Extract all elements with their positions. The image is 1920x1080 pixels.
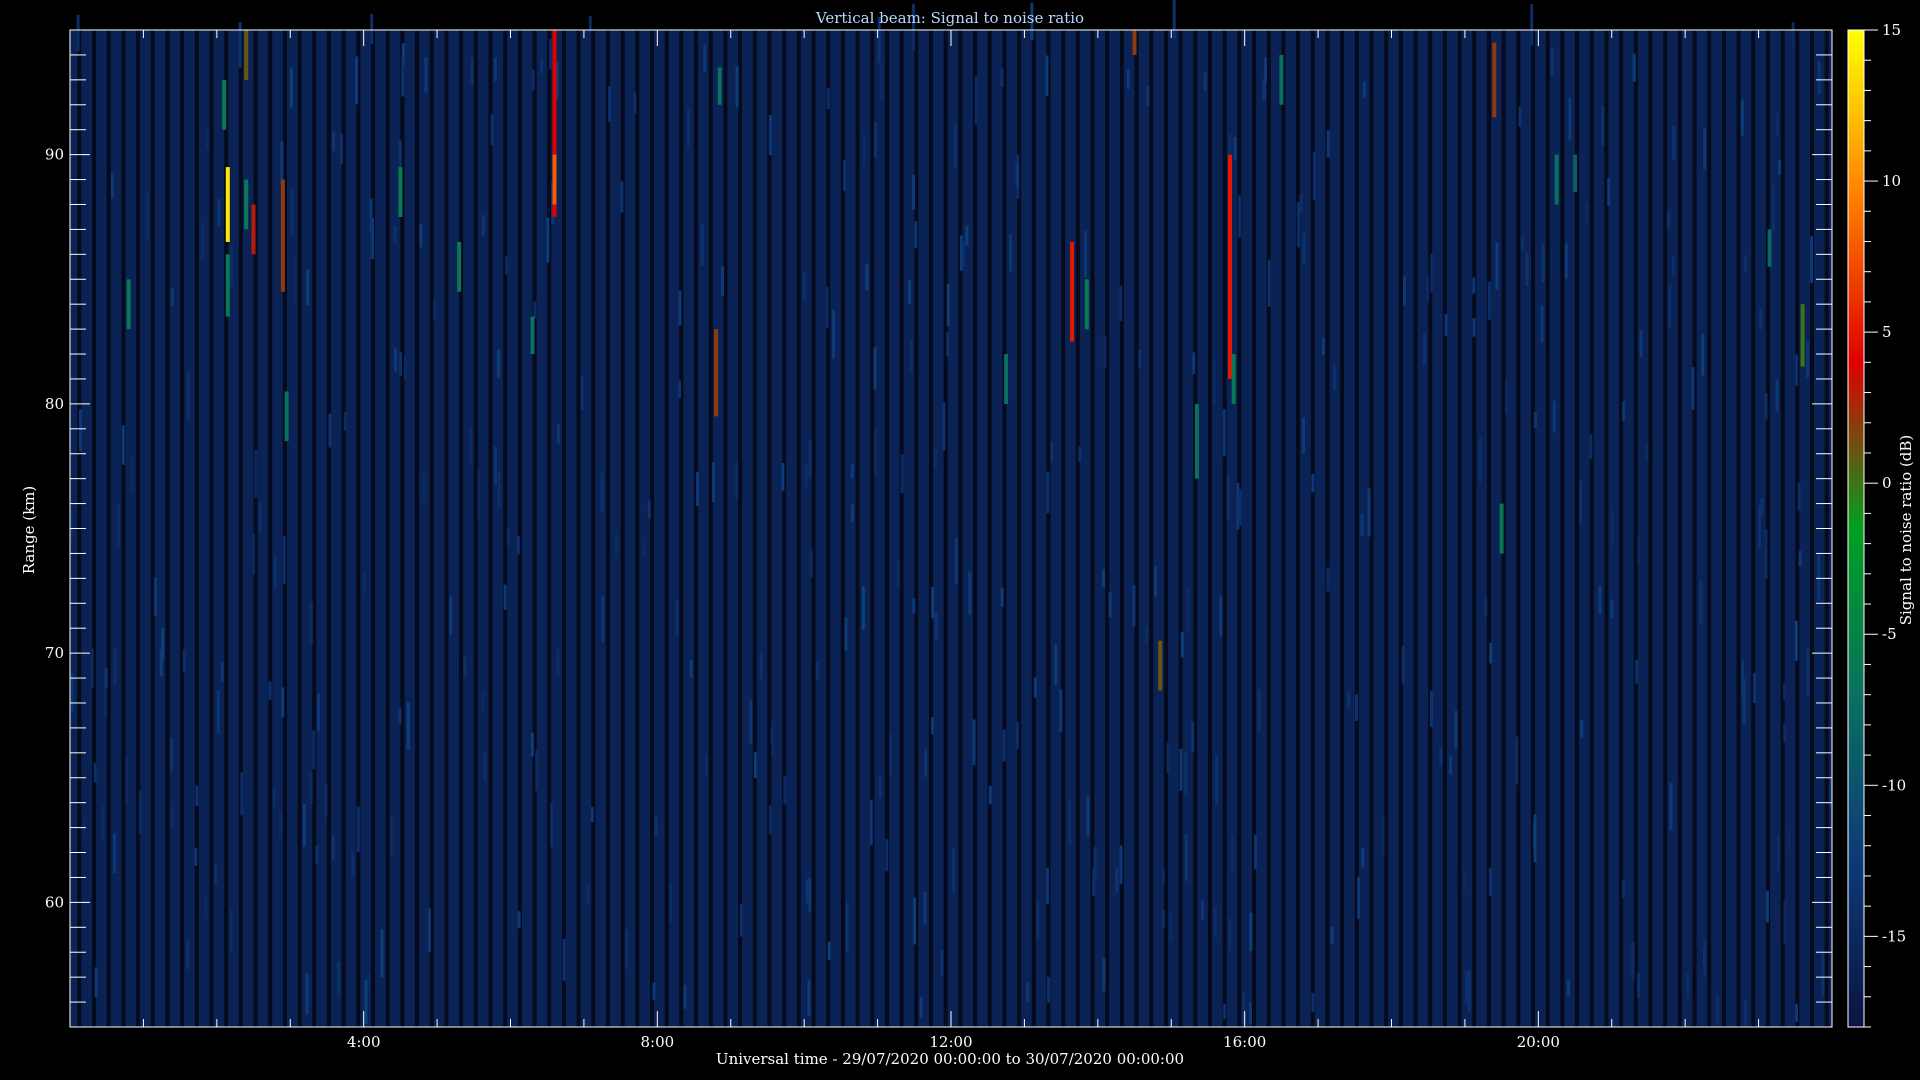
echo-mark — [1158, 640, 1163, 691]
colorbar-tick-label: 10 — [1882, 172, 1901, 190]
colorbar-tick-label: 0 — [1882, 474, 1892, 492]
echo-mark — [222, 79, 227, 130]
echo-mark — [1084, 279, 1089, 330]
x-tick-label: 16:00 — [1223, 1033, 1266, 1051]
x-axis-label: Universal time - 29/07/2020 00:00:00 to … — [716, 1050, 1184, 1068]
colorbar-scale — [1847, 29, 1865, 1028]
echo-mark — [1279, 54, 1284, 105]
echo-mark — [1194, 403, 1199, 479]
echo-mark — [1767, 229, 1772, 267]
colorbar-label: Signal to noise ratio (dB) — [1897, 435, 1915, 626]
chart-title: Vertical beam: Signal to noise ratio — [815, 9, 1084, 27]
echo-mark — [457, 241, 462, 292]
colorbar-tick-label: 15 — [1882, 21, 1901, 39]
echo-mark — [280, 179, 285, 292]
echo-mark — [126, 279, 131, 330]
echo-mark — [1554, 154, 1559, 205]
echo-mark — [552, 154, 557, 205]
y-axis-label: Range (km) — [20, 486, 38, 575]
y-tick-label: 60 — [45, 893, 64, 911]
y-tick-label: 70 — [45, 644, 64, 662]
colorbar-tick-label: -5 — [1882, 625, 1897, 643]
echo-mark — [1070, 241, 1075, 342]
echo-mark — [717, 67, 722, 105]
noise-field — [70, 30, 1832, 1027]
echo-mark — [284, 391, 289, 442]
echo-mark — [1132, 30, 1137, 55]
colorbar-tick-label: -10 — [1882, 776, 1906, 794]
x-tick-label: 4:00 — [347, 1033, 381, 1051]
snr-heatmap-chart: 4:00 8:00 12:00 16:00 20:00 60 70 80 90 -15 -10 -5… — [0, 0, 1920, 1080]
echo-mark — [1499, 503, 1504, 554]
x-tick-label: 20:00 — [1517, 1033, 1560, 1051]
echo-mark — [244, 179, 249, 230]
echo-mark — [530, 316, 535, 354]
echo-mark — [1231, 354, 1236, 404]
echo-mark — [1004, 354, 1009, 404]
y-tick-label: 80 — [45, 395, 64, 413]
colorbar-tick-label: -15 — [1882, 927, 1906, 945]
colorbar-tick-label: 5 — [1882, 323, 1892, 341]
echo-mark — [1573, 154, 1577, 192]
echo-mark — [714, 329, 719, 417]
plot-area — [70, 0, 1833, 1027]
echo-mark — [1228, 154, 1232, 379]
x-tick-label: 8:00 — [640, 1033, 674, 1051]
echo-mark — [225, 254, 230, 317]
echo-mark — [398, 167, 403, 217]
echo-mark — [1800, 304, 1805, 367]
y-tick-label: 90 — [45, 146, 64, 164]
echo-mark — [225, 167, 230, 242]
echo-mark — [244, 30, 249, 80]
x-tick-label: 12:00 — [929, 1033, 972, 1051]
echo-mark — [1492, 42, 1497, 118]
echo-mark — [251, 204, 256, 255]
